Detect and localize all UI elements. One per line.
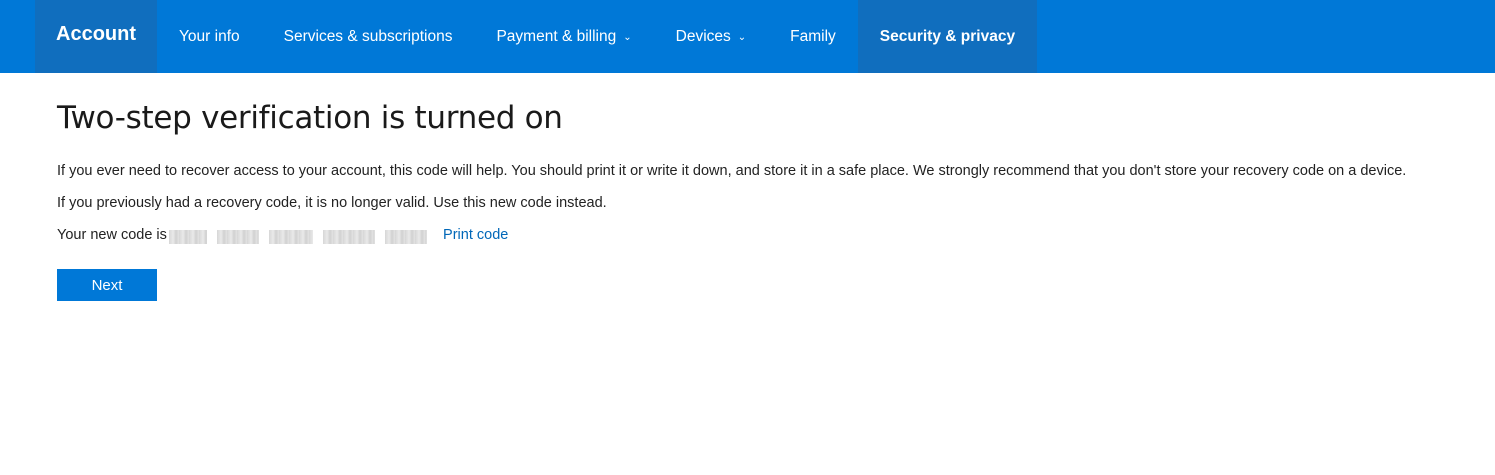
page-title: Two-step verification is turned on [57, 100, 563, 136]
nav-item-security-privacy[interactable]: Security & privacy [857, 0, 1038, 73]
nav-item-your-info[interactable]: Your info [157, 0, 262, 73]
recovery-code-row: Your new code is Print code [57, 226, 508, 245]
account-brand-label: Account [56, 23, 136, 45]
main-content: Two-step verification is turned on If yo… [57, 96, 1477, 301]
chevron-down-icon: ⌄ [737, 32, 747, 43]
code-segment [323, 230, 375, 245]
nav-item-label: Services & subscriptions [283, 27, 453, 45]
nav-item-devices[interactable]: Devices ⌄ [654, 0, 769, 73]
nav-item-label: Family [790, 27, 836, 45]
next-button[interactable]: Next [57, 269, 157, 301]
top-navigation-bar: Account Your info Services & subscriptio… [0, 0, 1495, 73]
chevron-down-icon: ⌄ [623, 32, 632, 43]
previous-code-info-text: If you previously had a recovery code, i… [57, 195, 607, 211]
redacted-recovery-code [168, 228, 433, 245]
code-segment [385, 230, 428, 245]
nav-item-label: Security & privacy [879, 27, 1016, 45]
nav-item-services-subscriptions[interactable]: Services & subscriptions [262, 0, 475, 73]
nav-item-payment-billing[interactable]: Payment & billing ⌄ [474, 0, 653, 73]
account-brand-link[interactable]: Account [35, 0, 157, 73]
account-nav: Account Your info Services & subscriptio… [35, 0, 1038, 73]
recovery-info-text: If you ever need to recover access to yo… [57, 163, 1407, 179]
nav-item-label: Payment & billing [496, 27, 617, 45]
nav-item-label: Devices [675, 27, 731, 45]
nav-item-label: Your info [179, 27, 240, 45]
print-code-link[interactable]: Print code [443, 226, 508, 244]
code-segment [216, 230, 259, 245]
code-label: Your new code is [57, 227, 167, 243]
code-segment [268, 230, 313, 245]
code-segment [168, 230, 207, 245]
nav-item-family[interactable]: Family [768, 0, 858, 73]
